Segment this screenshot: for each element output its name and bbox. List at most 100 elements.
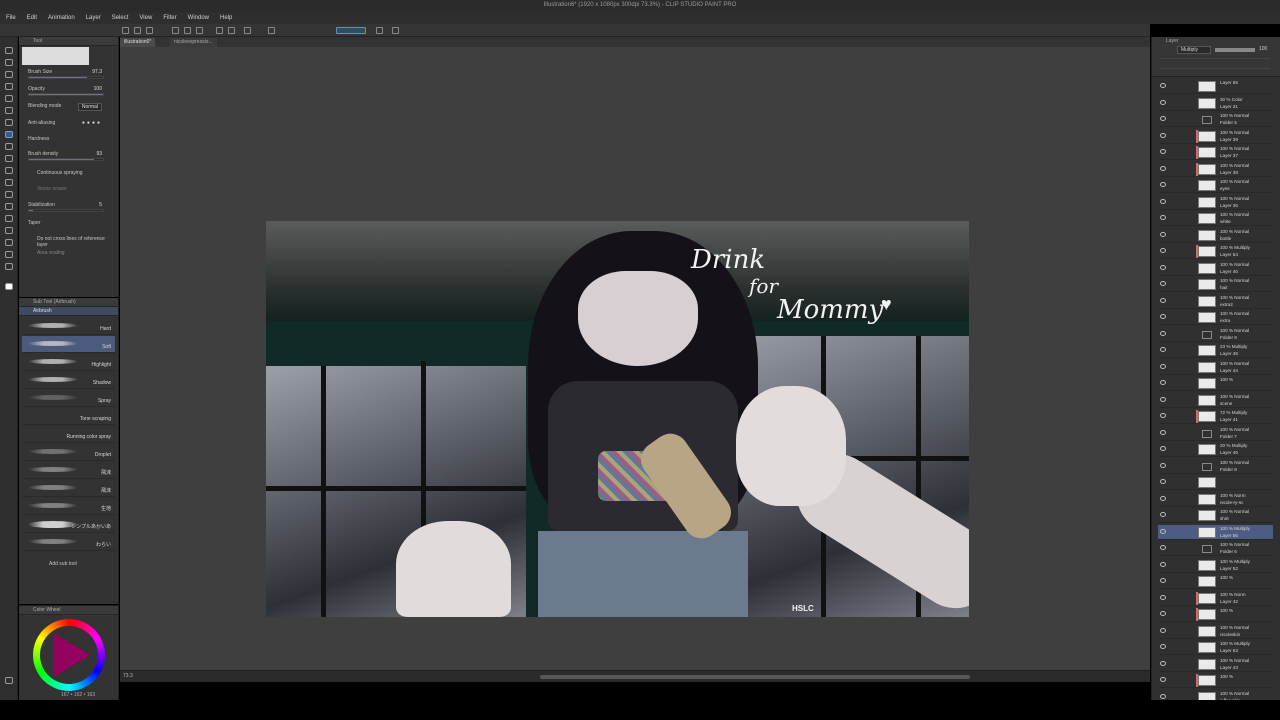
- layer-row[interactable]: 100 % Norm nicole-ry-sc: [1158, 492, 1273, 507]
- balloon-icon[interactable]: [5, 251, 13, 258]
- main-color-swatch[interactable]: [5, 283, 13, 290]
- layer-row[interactable]: 30 % Color Layer 31: [1158, 96, 1273, 111]
- eye-icon[interactable]: [1160, 380, 1166, 385]
- layer-toolbar[interactable]: [1160, 58, 1270, 66]
- layer-row[interactable]: 20 % Multiply Layer 46: [1158, 442, 1273, 457]
- layer-row[interactable]: 100 %: [1158, 607, 1273, 622]
- eye-icon[interactable]: [1160, 693, 1166, 699]
- new-icon[interactable]: [122, 27, 129, 34]
- eye-icon[interactable]: [1160, 528, 1166, 534]
- eye-icon[interactable]: [1160, 165, 1166, 171]
- snap-ruler-icon[interactable]: [336, 27, 366, 34]
- menu-edit[interactable]: Edit: [27, 15, 37, 21]
- add-sub-tool[interactable]: Add sub tool: [49, 561, 114, 571]
- subtool-custom-2[interactable]: 飛沫: [22, 480, 115, 497]
- gradient-icon[interactable]: [5, 191, 13, 198]
- frame-icon[interactable]: [5, 215, 13, 222]
- eye-icon[interactable]: [1160, 215, 1166, 220]
- eye-icon[interactable]: [1160, 396, 1166, 402]
- eye-icon[interactable]: [1160, 297, 1166, 303]
- snap-grid-icon[interactable]: [376, 27, 383, 34]
- layer-row[interactable]: 100 % Normal Layer 38: [1158, 162, 1273, 177]
- eyedropper-icon[interactable]: [5, 83, 13, 90]
- layer-row[interactable]: 100 %: [1158, 376, 1273, 391]
- menu-animation[interactable]: Animation: [48, 15, 75, 21]
- layer-row[interactable]: 100 % Normal Layer 36: [1158, 195, 1273, 210]
- horizontal-scrollbar[interactable]: [540, 675, 970, 679]
- eye-icon[interactable]: [1160, 561, 1166, 567]
- subtool-custom-1[interactable]: 飛沫: [22, 462, 115, 479]
- eye-icon[interactable]: [1160, 413, 1166, 418]
- eye-icon[interactable]: [1160, 347, 1166, 352]
- layer-row[interactable]: 100 % Normal scene: [1158, 393, 1273, 408]
- layer-row[interactable]: 100 % Multiply Layer 53: [1158, 640, 1273, 655]
- layer-row[interactable]: 100 % Normal Folder 9: [1158, 327, 1273, 342]
- layer-row[interactable]: 100 % Normal Folder 7: [1158, 426, 1273, 441]
- subtool-droplet[interactable]: Droplet: [22, 444, 115, 461]
- layer-row[interactable]: 100 % Normal Folder 6: [1158, 541, 1273, 556]
- brush-size-slider[interactable]: [28, 76, 104, 79]
- opacity-slider[interactable]: [28, 93, 104, 96]
- blend-icon[interactable]: [5, 167, 13, 174]
- open-icon[interactable]: [134, 27, 141, 34]
- text-icon[interactable]: [5, 239, 13, 246]
- layer-row[interactable]: 72 % Multiply Layer 41: [1158, 409, 1273, 424]
- subtool-custom-5[interactable]: わらい: [22, 534, 115, 551]
- area-scaling-label[interactable]: Area scaling: [37, 250, 65, 256]
- layer-row[interactable]: 100 %: [1158, 574, 1273, 589]
- layer-row[interactable]: 100 % Multiply Layer 52: [1158, 558, 1273, 573]
- stabilization-slider[interactable]: [28, 209, 104, 212]
- pen-icon[interactable]: [5, 95, 13, 102]
- brush-icon[interactable]: [5, 119, 13, 126]
- eye-icon[interactable]: [1160, 83, 1166, 88]
- antialias-options[interactable]: ●●●●: [82, 120, 102, 126]
- continuous-spraying-label[interactable]: Continuous spraying: [37, 170, 83, 176]
- cross-reference-label[interactable]: Do not cross lines of reference layer: [37, 236, 105, 248]
- eye-icon[interactable]: [1160, 512, 1166, 517]
- menu-select[interactable]: Select: [112, 15, 129, 21]
- gear-icon[interactable]: [244, 27, 251, 34]
- fill-tool-icon[interactable]: [5, 179, 13, 186]
- zoom-value[interactable]: 73.3: [123, 673, 133, 679]
- paste-icon[interactable]: [184, 27, 191, 34]
- subtool-running-color-spray[interactable]: Running color spray: [22, 426, 115, 443]
- decoration-icon[interactable]: [5, 143, 13, 150]
- subtool-shadow[interactable]: Shadow: [22, 372, 115, 389]
- eraser-icon[interactable]: [5, 155, 13, 162]
- illustration-canvas[interactable]: Drink for Mommy ♥ HSLC: [266, 221, 969, 617]
- layer-row[interactable]: 100 % Normal Folder 5: [1158, 112, 1273, 127]
- eye-icon[interactable]: [1160, 248, 1166, 253]
- layer-row[interactable]: 100 % Normal Layer 37: [1158, 145, 1273, 160]
- tab-nicoleexpression[interactable]: nicoleexpressio...: [170, 38, 217, 47]
- pencil-icon[interactable]: [5, 107, 13, 114]
- subtool-hard[interactable]: Hard: [22, 318, 115, 335]
- airbrush-icon[interactable]: [5, 131, 13, 138]
- brush-density-slider[interactable]: [28, 158, 104, 161]
- eye-icon[interactable]: [1160, 264, 1166, 270]
- layer-row[interactable]: 100 % Normal white: [1158, 211, 1273, 226]
- layer-row[interactable]: 23 % Multiply Layer 45: [1158, 343, 1273, 358]
- menu-file[interactable]: File: [6, 15, 16, 21]
- zoom-icon[interactable]: [5, 47, 13, 54]
- layer-row[interactable]: 100 % Multiply Layer 56: [1158, 524, 1273, 540]
- undo-icon[interactable]: [216, 27, 223, 34]
- layer-row[interactable]: 100 % Normal nicoleskin: [1158, 624, 1273, 639]
- fill-icon[interactable]: [268, 27, 275, 34]
- sub-tool-group-tab[interactable]: Airbrush: [19, 307, 118, 316]
- eye-icon[interactable]: [1160, 182, 1166, 187]
- save-icon[interactable]: [146, 27, 153, 34]
- layer-row[interactable]: 100 %: [1158, 673, 1273, 688]
- eye-icon[interactable]: [1160, 660, 1166, 666]
- layer-row[interactable]: Layer 55: [1158, 79, 1273, 94]
- eye-icon[interactable]: [1160, 644, 1166, 649]
- eye-icon[interactable]: [1160, 99, 1166, 105]
- menu-view[interactable]: View: [139, 15, 152, 21]
- lasso-icon[interactable]: [5, 71, 13, 78]
- eye-icon[interactable]: [1160, 198, 1166, 204]
- eye-icon[interactable]: [1160, 627, 1166, 633]
- layer-opacity-slider[interactable]: [1215, 48, 1255, 52]
- copy-icon[interactable]: [172, 27, 179, 34]
- subtool-tone-scraping[interactable]: Tone scraping: [22, 408, 115, 425]
- subtool-spray[interactable]: Spray: [22, 390, 115, 407]
- layer-blend-select[interactable]: Multiply: [1177, 46, 1211, 54]
